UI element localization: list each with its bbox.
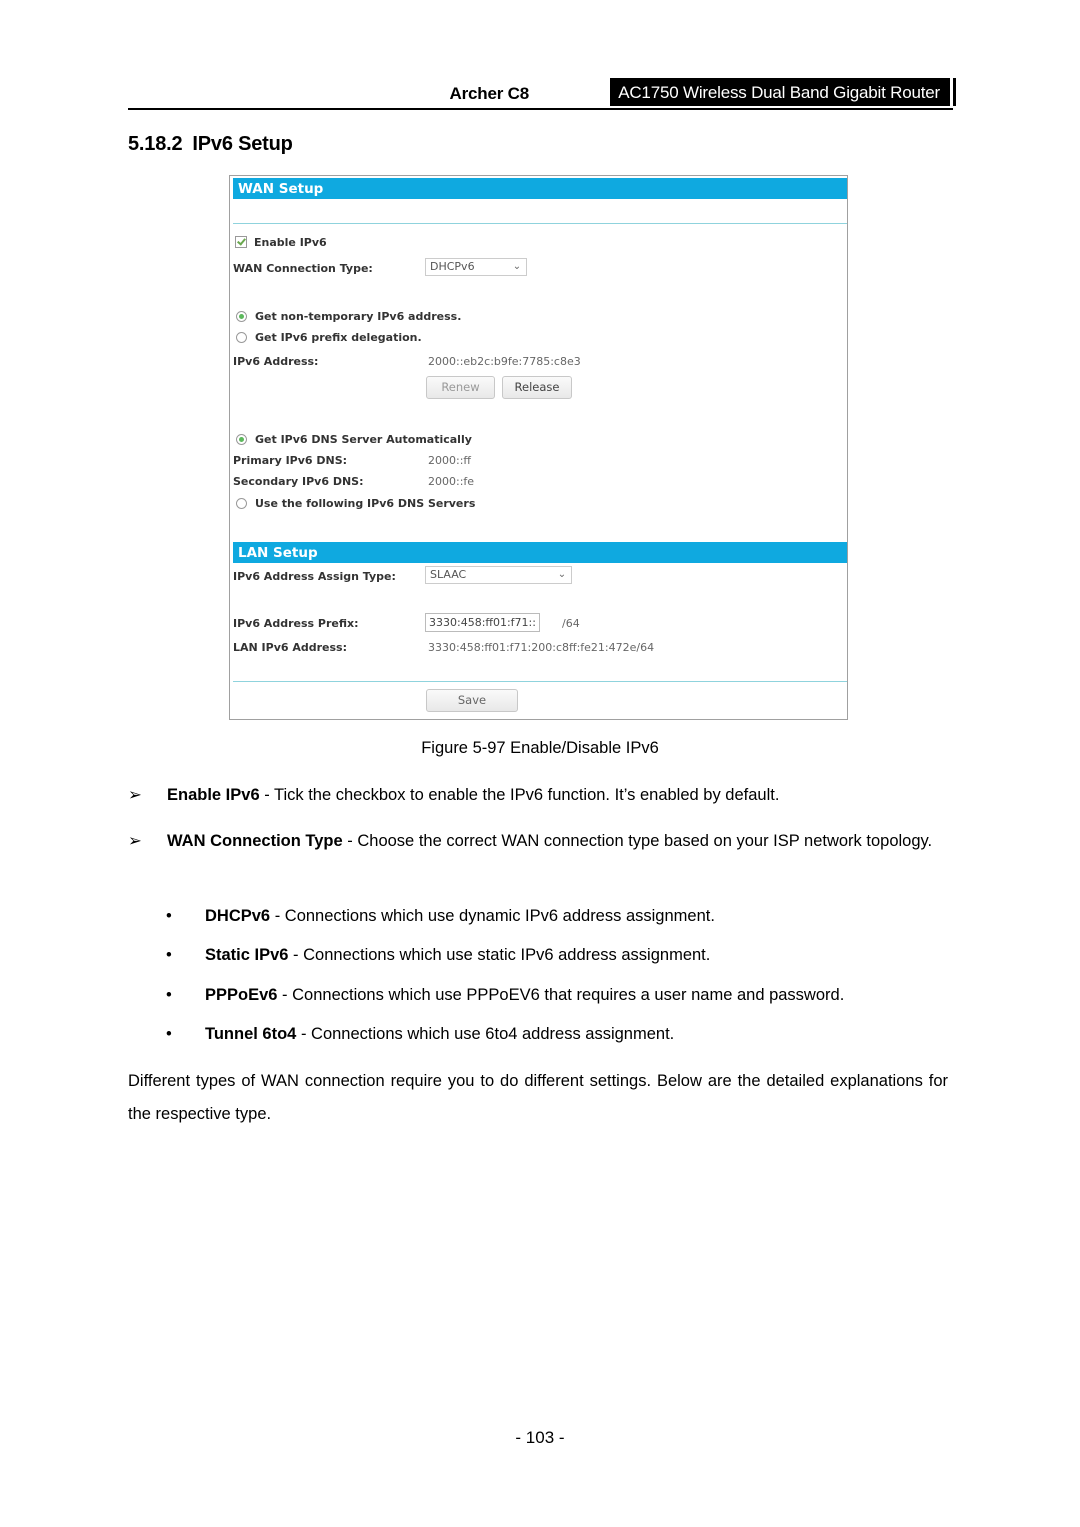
arrow-bullet-icon: ➢: [128, 832, 142, 850]
bullet-term: Tunnel 6to4: [205, 1025, 297, 1043]
wan-setup-header: WAN Setup: [233, 178, 847, 199]
prefix-label: IPv6 Address Prefix:: [233, 617, 359, 630]
section-number: 5.18.2: [128, 133, 183, 155]
renew-button[interactable]: Renew: [426, 376, 495, 399]
bullet-term: Static IPv6: [205, 946, 289, 964]
arrow-bullet-icon: ➢: [128, 786, 142, 804]
divider: [233, 223, 847, 224]
header-product: AC1750 Wireless Dual Band Gigabit Router: [610, 78, 953, 106]
secondary-dns-label: Secondary IPv6 DNS:: [233, 475, 364, 488]
section-title: 5.18.2 IPv6 Setup: [128, 133, 293, 156]
chevron-down-icon: ⌄: [512, 261, 522, 272]
dns-manual-radio[interactable]: [236, 498, 247, 509]
page-header: Archer C8 AC1750 Wireless Dual Band Giga…: [128, 78, 953, 110]
bullet-text: - Connections which use 6to4 address ass…: [296, 1025, 675, 1043]
chevron-down-icon: ⌄: [557, 569, 567, 580]
primary-dns-label: Primary IPv6 DNS:: [233, 454, 348, 467]
lan-setup-header: LAN Setup: [233, 542, 847, 563]
wan-connection-type-value: DHCPv6: [430, 260, 475, 273]
section-title-text: IPv6 Setup: [192, 133, 293, 155]
page-number: - 103 -: [515, 1428, 565, 1447]
bullet-text: - Tick the checkbox to enable the IPv6 f…: [259, 786, 780, 804]
bullet-term: DHCPv6: [205, 907, 271, 925]
assign-type-select[interactable]: SLAAC ⌄: [425, 566, 572, 584]
primary-dns-value: 2000::ff: [428, 454, 471, 467]
lan-ipv6-address-label: LAN IPv6 Address:: [233, 641, 348, 654]
ipv6-address-value: 2000::eb2c:b9fe:7785:c8e3: [428, 355, 581, 368]
dns-auto-radio[interactable]: [236, 434, 247, 445]
figure-caption: Figure 5-97 Enable/Disable IPv6: [421, 739, 659, 757]
bullet-dot-icon: •: [166, 986, 172, 1004]
assign-type-label: IPv6 Address Assign Type:: [233, 570, 396, 583]
ipv6-address-label: IPv6 Address:: [233, 355, 319, 368]
prefix-suffix: /64: [562, 617, 580, 630]
bullet-text: - Connections which use static IPv6 addr…: [288, 946, 711, 964]
header-model: Archer C8: [449, 84, 530, 103]
wan-connection-type-select[interactable]: DHCPv6 ⌄: [425, 258, 527, 276]
prefix-delegation-label: Get IPv6 prefix delegation.: [255, 331, 422, 344]
bullet-dot-icon: •: [166, 946, 172, 964]
lan-ipv6-address-value: 3330:458:ff01:f71:200:c8ff:fe21:472e/64: [428, 641, 655, 654]
assign-type-value: SLAAC: [430, 568, 467, 581]
divider: [233, 681, 847, 682]
body-paragraph: Different types of WAN connection requir…: [128, 1072, 948, 1123]
release-button[interactable]: Release: [502, 376, 572, 399]
dns-manual-label: Use the following IPv6 DNS Servers: [255, 497, 476, 510]
bullet-term: WAN Connection Type: [167, 832, 343, 850]
bullet-text: - Connections which use dynamic IPv6 add…: [270, 907, 715, 925]
enable-ipv6-checkbox[interactable]: [235, 236, 247, 248]
bullet-dot-icon: •: [166, 907, 172, 925]
ipv6-setup-screenshot: WAN Setup Enable IPv6 WAN Connection Typ…: [229, 175, 848, 720]
secondary-dns-value: 2000::fe: [428, 475, 475, 488]
prefix-input[interactable]: 3330:458:ff01:f71::: [425, 613, 540, 632]
non-temporary-address-radio[interactable]: [236, 311, 247, 322]
wan-connection-type-label: WAN Connection Type:: [233, 262, 373, 275]
bullet-dot-icon: •: [166, 1025, 172, 1043]
bullet-term: Enable IPv6: [167, 786, 260, 804]
prefix-delegation-radio[interactable]: [236, 332, 247, 343]
bullet-text: - Choose the correct WAN connection type…: [342, 832, 933, 850]
bullet-term: PPPoEv6: [205, 986, 278, 1004]
enable-ipv6-label: Enable IPv6: [254, 236, 327, 249]
save-button[interactable]: Save: [426, 689, 518, 712]
bullet-text: - Connections which use PPPoEV6 that req…: [277, 986, 845, 1004]
non-temporary-address-label: Get non-temporary IPv6 address.: [255, 310, 462, 323]
dns-auto-label: Get IPv6 DNS Server Automatically: [255, 433, 472, 446]
